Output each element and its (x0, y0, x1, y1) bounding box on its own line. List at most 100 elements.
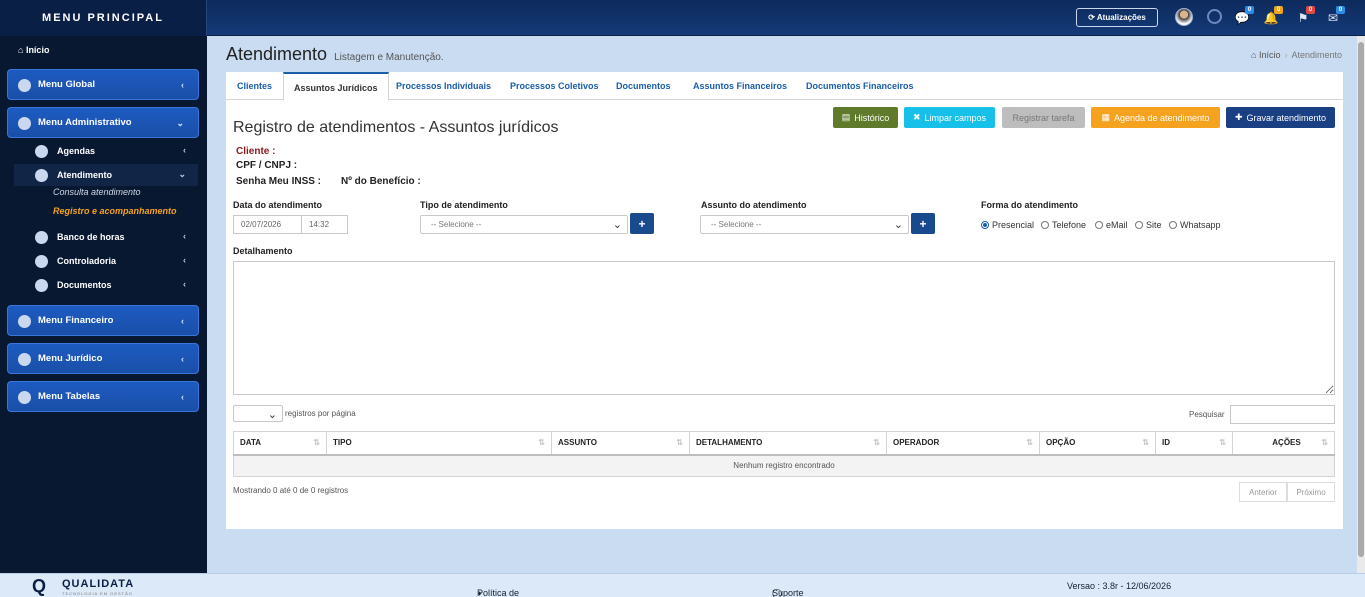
version-text: Versao : 3.8r - 12/06/2026 (1067, 581, 1172, 591)
tab-processos-individuais[interactable]: Processos Individuais (396, 72, 491, 100)
scrollbar-thumb[interactable] (1358, 42, 1364, 557)
beneficio-label: Nº do Benefício : (341, 176, 421, 187)
tab-assuntos-juridicos[interactable]: Assuntos Jurídicos (283, 72, 389, 101)
logo-q: Q (32, 576, 47, 596)
registrar-tarefa-button[interactable]: Registrar tarefa (1002, 107, 1085, 128)
close-icon: ✖ (912, 112, 921, 122)
bell-icon[interactable]: 🔔 0 (1262, 6, 1283, 27)
sidebar-item-banco-horas[interactable]: Banco de horas ‹ (14, 226, 198, 248)
form-heading: Registro de atendimentos - Assuntos jurí… (233, 119, 559, 136)
radio-presencial[interactable]: Presencial (981, 220, 1034, 230)
tasks-icon[interactable]: ✉ 0 (1324, 6, 1345, 27)
chevron-left-icon: ‹ (181, 316, 184, 326)
user-icon (35, 169, 48, 182)
add-tipo-button[interactable]: + (630, 213, 654, 234)
col-acoes[interactable]: AÇÕES ⇅ (1232, 431, 1335, 456)
sort-icon: ⇅ (1219, 438, 1226, 447)
page-title: Atendimento Listagem e Manutenção. (226, 44, 444, 64)
sort-icon: ⇅ (676, 438, 683, 447)
data-label: Data do atendimento (233, 200, 323, 210)
sort-icon: ⇅ (1026, 438, 1033, 447)
calendar-icon (35, 145, 48, 158)
menu-administrativo[interactable]: Menu Administrativo ⌄ (7, 107, 199, 138)
chevron-down-icon: ⌄ (176, 118, 184, 128)
menu-brand: MENU PRINCIPAL (0, 0, 207, 36)
tipo-select[interactable]: -- Selecione -- ⌄ (420, 215, 628, 234)
col-assunto[interactable]: ASSUNTO ⇅ (551, 431, 690, 456)
menu-financeiro[interactable]: Menu Financeiro ‹ (7, 305, 199, 336)
home-icon: ⌂ (1251, 50, 1259, 60)
refresh-icon: ⟳ (1088, 13, 1095, 22)
menu-global[interactable]: Menu Global ‹ (7, 69, 199, 100)
globe-icon (18, 79, 31, 92)
agenda-atendimento-button[interactable]: ▦ Agenda de atendimento (1091, 107, 1220, 128)
sort-icon: ⇅ (873, 438, 880, 447)
tab-documentos[interactable]: Documentos (616, 72, 671, 100)
scrollbar[interactable] (1357, 36, 1365, 573)
col-opcao[interactable]: OPÇÃO ⇅ (1039, 431, 1156, 456)
bank-icon (18, 315, 31, 328)
radio-email[interactable]: eMail (1095, 220, 1128, 230)
user-avatar[interactable] (1175, 8, 1193, 26)
col-id[interactable]: ID ⇅ (1155, 431, 1233, 456)
logo-tagline: TECNOLOGIA EM GESTÃO (62, 591, 133, 596)
flag-badge: 0 (1306, 6, 1315, 14)
flag-icon[interactable]: ⚑ 0 (1294, 6, 1315, 27)
add-assunto-button[interactable]: + (911, 213, 935, 234)
chevron-left-icon: ‹ (181, 80, 184, 90)
breadcrumb: ⌂ Início › Atendimento (1251, 50, 1342, 60)
sidebar-item-registro[interactable]: Registro e acompanhamento (53, 206, 177, 216)
breadcrumb-home[interactable]: Início (1259, 50, 1281, 60)
chevron-left-icon: ‹ (181, 392, 184, 402)
tab-assuntos-financeiros[interactable]: Assuntos Financeiros (693, 72, 787, 100)
chevron-down-icon: ⌄ (893, 219, 903, 231)
folder-icon (18, 391, 31, 404)
detalhamento-textarea[interactable] (233, 261, 1335, 395)
clock-icon[interactable] (1207, 9, 1222, 24)
gravar-atendimento-button[interactable]: ✚ Gravar atendimento (1226, 107, 1335, 128)
search-input[interactable] (1230, 405, 1335, 424)
chevron-left-icon: ‹ (183, 255, 186, 265)
tab-bar: Clientes Assuntos Jurídicos Processos In… (226, 72, 1343, 101)
sort-icon: ⇅ (313, 438, 320, 447)
menu-tabelas[interactable]: Menu Tabelas ‹ (7, 381, 199, 412)
tab-clientes[interactable]: Clientes (237, 72, 272, 100)
calendar-icon: ▦ (1101, 112, 1110, 122)
clock-icon (35, 231, 48, 244)
radio-telefone[interactable]: Telefone (1041, 220, 1086, 230)
chat-icon[interactable]: 💬 0 (1233, 6, 1254, 27)
chevron-down-icon: ⌄ (178, 169, 186, 179)
radio-whatsapp[interactable]: Whatsapp (1169, 220, 1221, 230)
sidebar-home[interactable]: ⌂ Início (18, 45, 49, 55)
sidebar-item-atendimento[interactable]: Atendimento ⌄ (14, 164, 198, 186)
per-page-select[interactable]: ⌄ (233, 405, 283, 422)
chat-badge: 0 (1245, 6, 1254, 14)
attendance-table: DATA ⇅ TIPO ⇅ ASSUNTO ⇅ DETALHAMENTO ⇅ OPERA… (233, 431, 1335, 477)
limpar-campos-button[interactable]: ✖ Limpar campos (904, 107, 995, 128)
tab-documentos-financeiros[interactable]: Documentos Financeiros (806, 72, 914, 100)
hora-input[interactable]: 14:32 (301, 215, 348, 234)
chevron-left-icon: ‹ (183, 145, 186, 155)
assunto-select[interactable]: -- Selecione -- ⌄ (700, 215, 909, 234)
sidebar-item-controladoria[interactable]: Controladoria ‹ (14, 250, 198, 272)
logo-text: QUALIDATA (62, 578, 135, 590)
radio-site[interactable]: Site (1135, 220, 1162, 230)
col-data[interactable]: DATA ⇅ (233, 431, 327, 456)
updates-button[interactable]: ⟳ Atualizações (1076, 8, 1158, 27)
tab-processos-coletivos[interactable]: Processos Coletivos (510, 72, 599, 100)
col-tipo[interactable]: TIPO ⇅ (326, 431, 552, 456)
cpf-label: CPF / CNPJ : (236, 160, 298, 171)
col-operador[interactable]: OPERADOR ⇅ (886, 431, 1040, 456)
sidebar-item-consulta[interactable]: Consulta atendimento (53, 187, 141, 197)
data-input[interactable]: 02/07/2026 (233, 215, 302, 234)
sidebar-item-agendas[interactable]: Agendas ‹ (14, 140, 198, 162)
historico-button[interactable]: ▤ Histórico (833, 107, 898, 128)
sort-icon: ⇅ (1321, 438, 1328, 447)
menu-juridico[interactable]: Menu Jurídico ‹ (7, 343, 199, 374)
sidebar-item-documentos[interactable]: Documentos ‹ (14, 274, 198, 296)
col-detalhamento[interactable]: DETALHAMENTO ⇅ (689, 431, 887, 456)
document-icon (35, 279, 48, 292)
next-page-button[interactable]: Próximo (1287, 482, 1335, 502)
prev-page-button[interactable]: Anterior (1239, 482, 1287, 502)
main-panel: Clientes Assuntos Jurídicos Processos In… (226, 72, 1343, 529)
